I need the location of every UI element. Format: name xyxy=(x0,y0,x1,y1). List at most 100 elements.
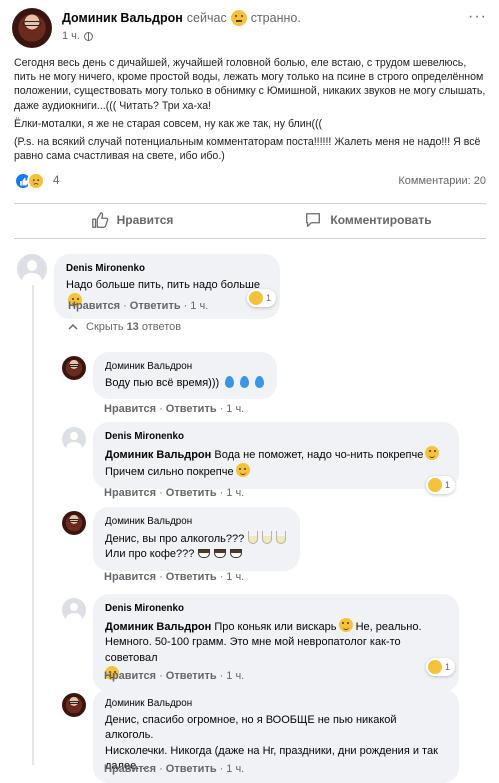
reply-time[interactable]: 1 ч. xyxy=(226,403,244,415)
smile-emoji-icon xyxy=(235,463,250,477)
reply-text-line2: Нисколечки. Никогда (даже на Нг, праздни… xyxy=(105,744,438,757)
reply-actions: Нравится · Ответить · 1 ч. xyxy=(104,763,245,775)
comment-author[interactable]: Denis Mironenko xyxy=(66,261,268,277)
comment-like-button[interactable]: Нравится xyxy=(68,300,120,312)
reply-like-button[interactable]: Нравится xyxy=(104,487,156,499)
reply-reply-button[interactable]: Ответить xyxy=(166,571,217,583)
replier-avatar[interactable] xyxy=(62,693,86,717)
comment-button[interactable]: Комментировать xyxy=(250,204,486,236)
commenter-avatar[interactable] xyxy=(17,254,47,284)
reactions-count: 4 xyxy=(53,175,60,187)
droplet-emoji-icon xyxy=(255,375,265,388)
post-paragraph: Сегодня весь день с дичайшей, жучайшей г… xyxy=(14,57,486,112)
feeling-emoji-icon xyxy=(230,10,247,26)
globe-icon xyxy=(83,31,93,41)
replier-avatar[interactable] xyxy=(62,427,86,451)
wow-emoji-icon xyxy=(428,478,442,492)
comment-button-label: Комментировать xyxy=(330,213,432,227)
reply-like-button[interactable]: Нравится xyxy=(104,571,156,583)
reply-actions: Нравится · Ответить · 1 ч. xyxy=(104,487,245,499)
reply-like-button[interactable]: Нравится xyxy=(104,763,156,775)
thumbs-up-icon xyxy=(91,212,108,228)
replier-avatar[interactable] xyxy=(62,598,86,622)
reply-bubble: Denis Mironenko Доминик Вальдрон Вода не… xyxy=(93,422,459,489)
reply-text-line2: Немного. 50-100 грамм. Это мне мой невро… xyxy=(105,636,401,664)
comment-time[interactable]: 1 ч. xyxy=(190,300,208,312)
hide-replies-button[interactable]: Скрыть 13 ответов xyxy=(68,321,181,333)
comment-reply-button[interactable]: Ответить xyxy=(130,300,181,312)
reply-bubble: Доминик Вальдрон Воду пью всё время))) xyxy=(93,352,277,399)
reply-author[interactable]: Denis Mironenko xyxy=(105,429,447,445)
reply-reply-button[interactable]: Ответить xyxy=(166,487,217,499)
reply-mention[interactable]: Доминик Вальдрон xyxy=(105,621,211,633)
reply-text-line1: Денис, вы про алкоголь??? xyxy=(105,532,245,545)
hide-replies-count: 13 xyxy=(126,321,139,333)
reply-author[interactable]: Denis Mironenko xyxy=(105,601,447,617)
post-paragraph: (P.s. на всякий случай потенциальным ком… xyxy=(14,136,481,163)
smile-emoji-icon xyxy=(425,445,440,460)
reply-reactions[interactable]: 1 xyxy=(426,658,456,676)
reply-time[interactable]: 1 ч. xyxy=(226,670,244,682)
reply-reply-button[interactable]: Ответить xyxy=(166,763,217,775)
comments-count-link[interactable]: Комментарии: 20 xyxy=(398,175,486,187)
reply-text-line1: Про коньяк или вискарь xyxy=(214,620,337,633)
thread-line xyxy=(32,285,34,765)
droplet-emoji-icon xyxy=(225,375,235,388)
post-status-prefix: сейчас xyxy=(186,11,227,25)
reply-bubble: Доминик Вальдрон Денис, вы про алкоголь?… xyxy=(93,507,300,571)
reply-reactions[interactable]: 1 xyxy=(426,476,456,494)
replier-avatar[interactable] xyxy=(62,356,86,380)
reply-reply-button[interactable]: Ответить xyxy=(166,670,217,682)
replier-avatar[interactable] xyxy=(62,511,86,535)
post-time[interactable]: 1 ч. xyxy=(62,30,80,42)
post-header: Доминик Вальдрон сейчас странно. 1 ч. xyxy=(12,8,301,48)
reply-text-line2: Или про кофе??? xyxy=(105,548,195,560)
reply-author[interactable]: Доминик Вальдрон xyxy=(105,359,265,375)
comment-icon xyxy=(306,213,321,227)
reply-text-line1b: Не, реально. xyxy=(355,620,422,633)
champagne-emoji-icon xyxy=(276,530,287,544)
coffee-emoji-icon xyxy=(230,549,243,558)
post-action-bar: Нравится Комментировать xyxy=(14,204,486,236)
reactions-button[interactable]: 4 xyxy=(14,172,59,190)
reply-time[interactable]: 1 ч. xyxy=(226,763,244,775)
comment-text: Надо больше пить, пить надо больше xyxy=(66,278,260,291)
reply-actions: Нравится · Ответить · 1 ч. xyxy=(104,571,245,583)
reply-text-line2: Причем сильно покрепче xyxy=(105,466,234,478)
like-button-label: Нравится xyxy=(116,213,174,227)
reply-reply-button[interactable]: Ответить xyxy=(166,403,217,415)
comment-reactions[interactable]: 1 xyxy=(247,289,277,307)
post-author-name[interactable]: Доминик Вальдрон xyxy=(62,11,183,25)
reply-reaction-count: 1 xyxy=(445,662,451,672)
reply-text-line1: Денис, спасибо огромное, но я ВООБЩЕ не … xyxy=(105,713,397,742)
champagne-emoji-icon xyxy=(262,530,273,544)
reactions-summary: 4 Комментарии: 20 xyxy=(14,172,486,190)
more-options-icon[interactable]: ··· xyxy=(468,9,487,25)
post-text: Сегодня весь день с дичайшей, жучайшей г… xyxy=(14,56,486,167)
reply-time[interactable]: 1 ч. xyxy=(226,487,244,499)
reply-actions: Нравится · Ответить · 1 ч. xyxy=(104,670,245,682)
reply-mention[interactable]: Доминик Вальдрон xyxy=(105,449,211,461)
author-avatar[interactable] xyxy=(12,8,52,48)
hide-replies-label: Скрыть xyxy=(86,321,124,333)
coffee-emoji-icon xyxy=(198,549,211,558)
comment-reaction-count: 1 xyxy=(266,293,272,303)
reply-like-button[interactable]: Нравится xyxy=(104,403,156,415)
chevron-up-icon xyxy=(68,323,78,330)
reply-time[interactable]: 1 ч. xyxy=(226,571,244,583)
post-feeling: странно. xyxy=(250,11,301,25)
reply-text: Воду пью всё время))) xyxy=(105,376,220,389)
smile-emoji-icon xyxy=(338,617,353,632)
reply-actions: Нравится · Ответить · 1 ч. xyxy=(104,403,245,415)
reply-text-line1: Вода не поможет, надо чо-нить покрепче xyxy=(214,448,424,461)
post-paragraph: Ёлки-моталки, я же не старая совсем, ну … xyxy=(14,117,323,130)
love-emoji-icon xyxy=(249,291,263,305)
reply-author[interactable]: Доминик Вальдрон xyxy=(105,514,288,530)
divider xyxy=(14,238,486,239)
sad-reaction-icon xyxy=(27,172,45,190)
reply-reaction-count: 1 xyxy=(445,480,451,490)
reply-author[interactable]: Доминик Вальдрон xyxy=(105,696,447,712)
like-button[interactable]: Нравится xyxy=(14,204,250,236)
hide-replies-suffix: ответов xyxy=(141,321,182,333)
reply-like-button[interactable]: Нравится xyxy=(104,670,156,682)
